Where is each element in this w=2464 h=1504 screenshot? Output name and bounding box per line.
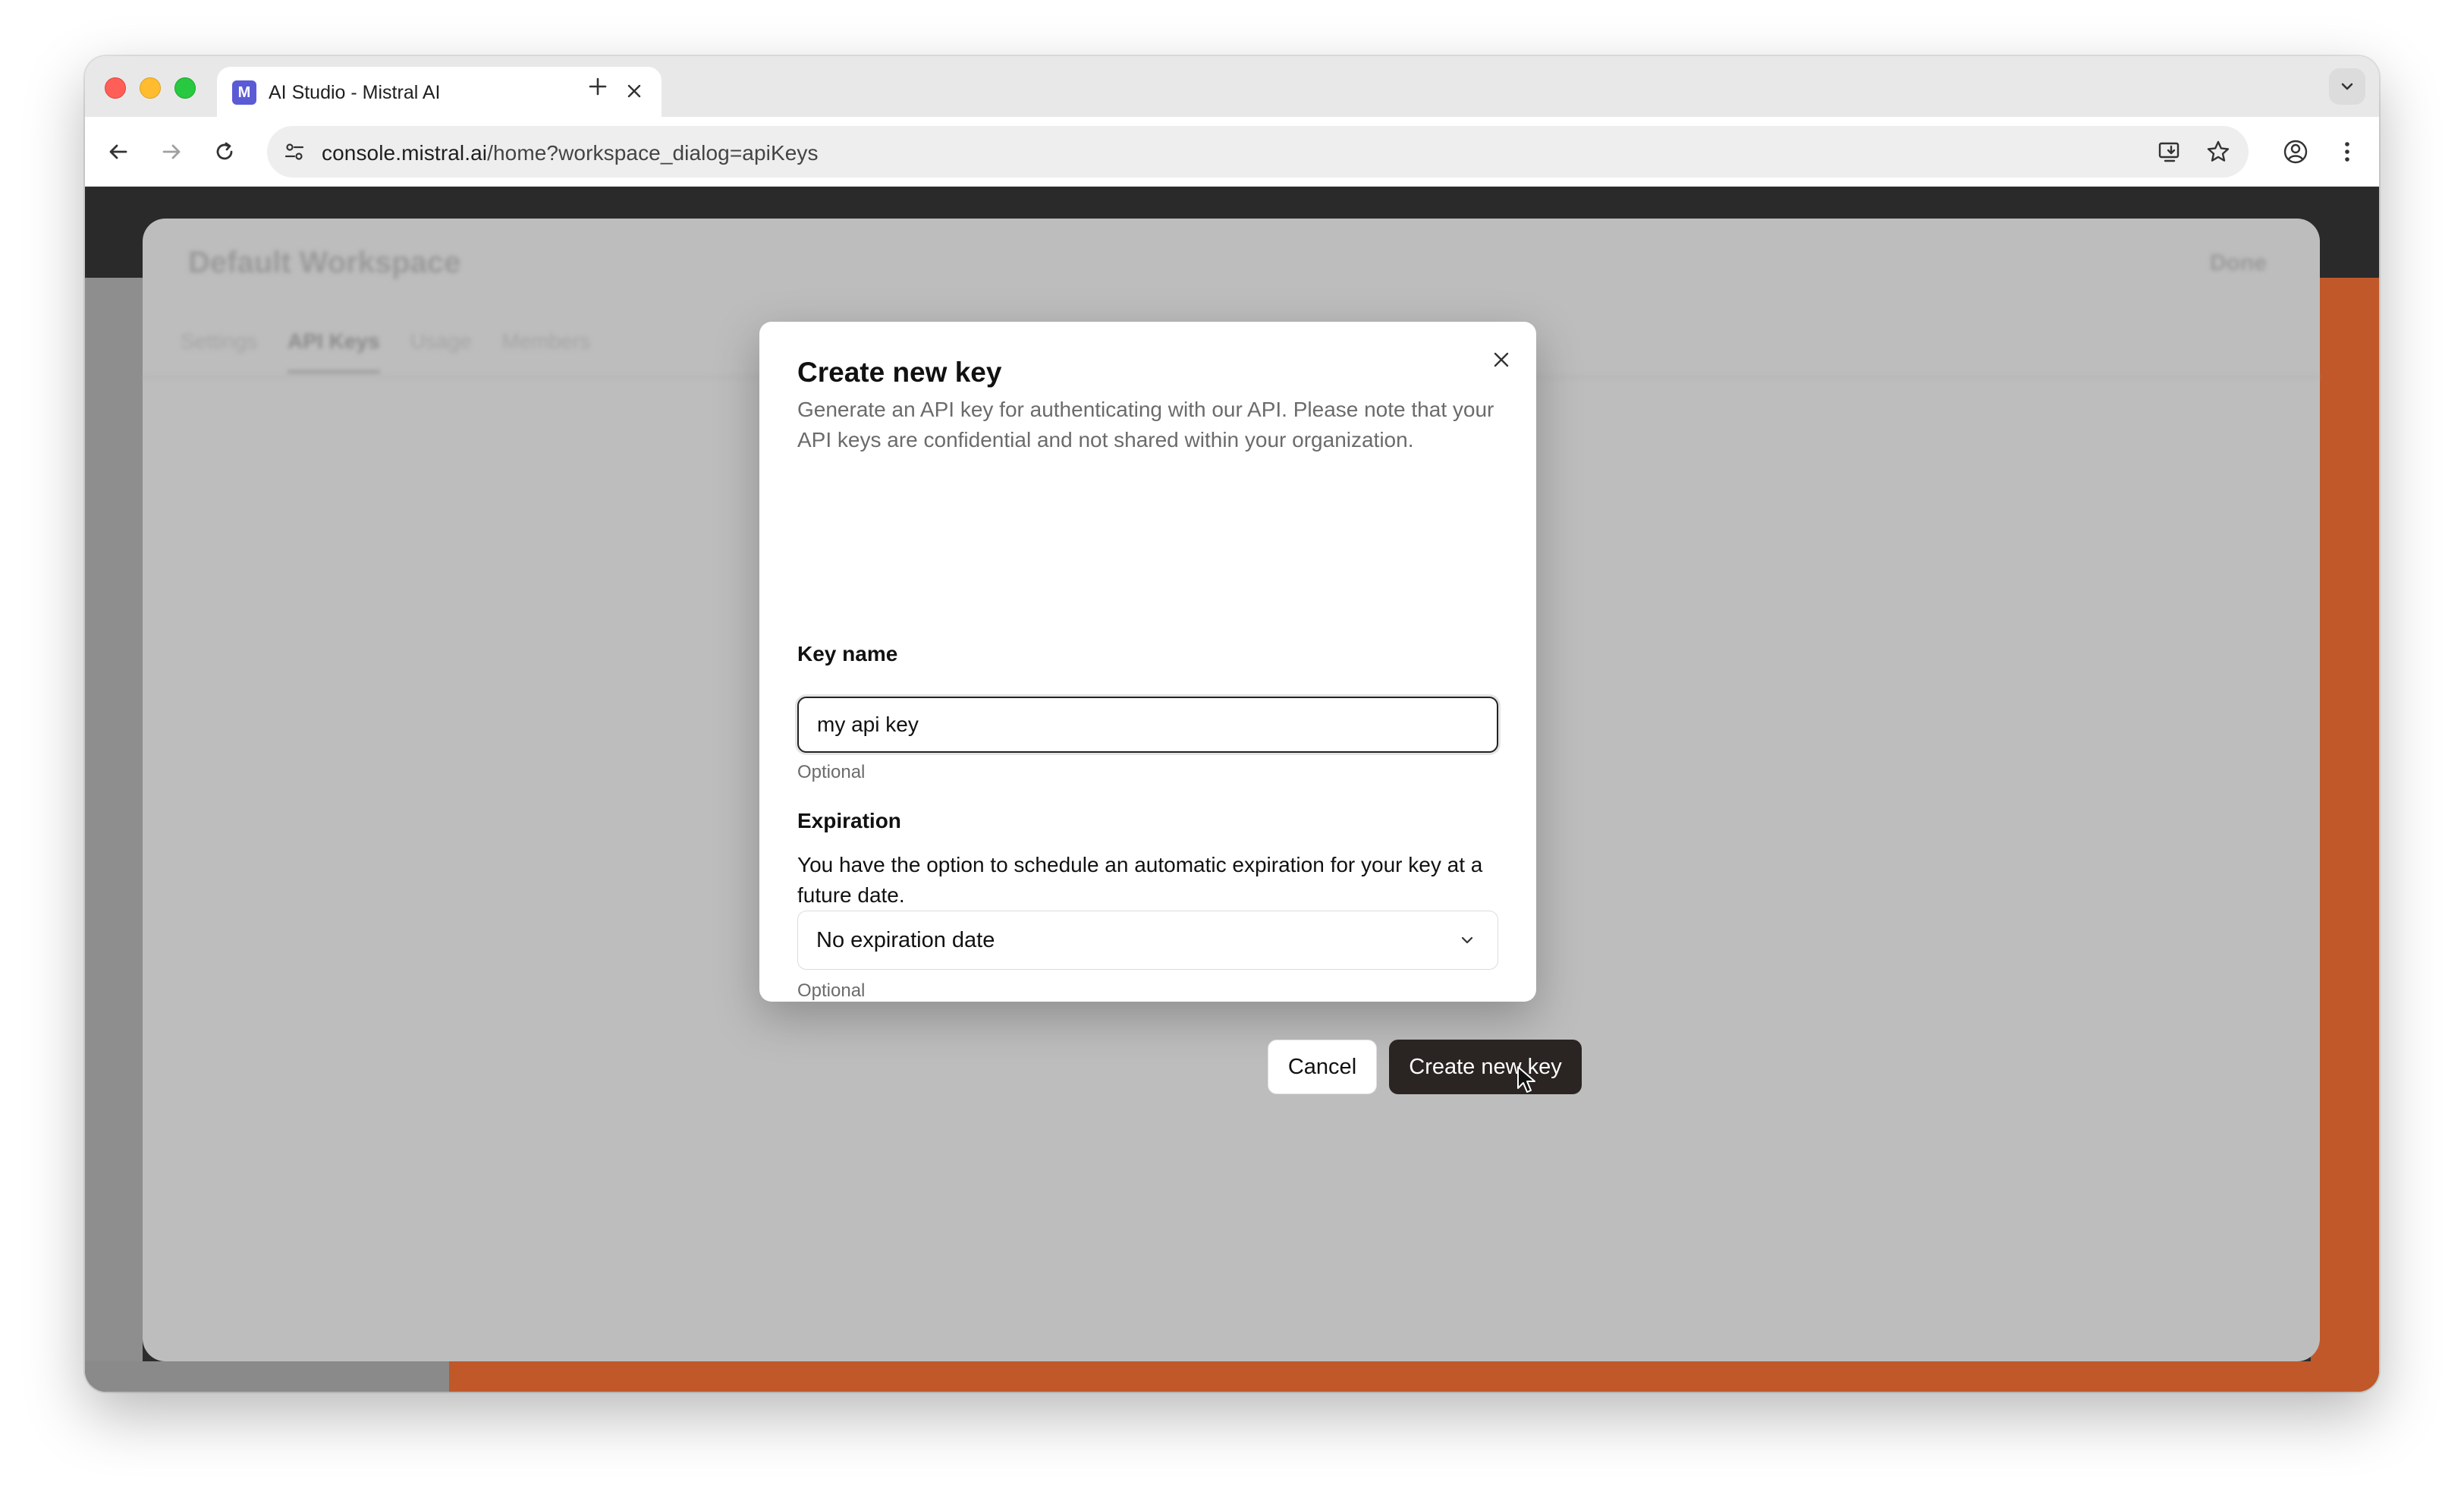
tab-title: AI Studio - Mistral AI — [269, 82, 441, 103]
key-name-helper: Optional — [797, 762, 866, 782]
create-key-dialog: Create new key Generate an API key for a… — [759, 322, 1582, 1094]
bookmark-star-icon[interactable] — [2202, 135, 2235, 168]
workspace-title: Default Workspace — [188, 246, 461, 279]
cancel-button[interactable]: Cancel — [1268, 1040, 1377, 1094]
background-sidebar — [85, 278, 143, 1361]
expiration-selected-value: No expiration date — [816, 928, 995, 952]
expiration-select[interactable]: No expiration date — [797, 911, 1498, 970]
url-host: console.mistral.ai — [322, 141, 488, 165]
kebab-menu-icon[interactable] — [2330, 135, 2364, 168]
expiration-label: Expiration — [797, 809, 901, 832]
browser-toolbar: console.mistral.ai/home?workspace_dialog… — [85, 117, 2379, 187]
url-text: console.mistral.ai/home?workspace_dialog… — [322, 141, 819, 165]
maximize-window-button[interactable] — [174, 77, 196, 99]
expiration-helper: Optional — [797, 980, 866, 1001]
create-new-key-button[interactable]: Create new key — [1389, 1040, 1582, 1094]
new-tab-plus-icon[interactable] — [583, 71, 613, 102]
profile-avatar-icon[interactable] — [2279, 135, 2312, 168]
workspace-tabs: Settings API Keys Usage Members — [181, 329, 590, 373]
tab-search-chevron-icon[interactable] — [2329, 68, 2365, 105]
tab-close-icon[interactable] — [621, 77, 648, 105]
close-window-button[interactable] — [105, 77, 126, 99]
chevron-down-icon — [1454, 927, 1481, 954]
done-link: Done — [2210, 250, 2267, 275]
background-footer-left — [85, 1361, 449, 1392]
back-arrow-icon[interactable] — [102, 135, 135, 168]
site-settings-icon[interactable] — [278, 135, 311, 168]
dialog-description: Generate an API key for authenticating w… — [797, 398, 1494, 452]
tab-strip: M AI Studio - Mistral AI — [85, 56, 2379, 117]
address-bar[interactable]: console.mistral.ai/home?workspace_dialog… — [267, 126, 2249, 178]
url-path: /home?workspace_dialog=apiKeys — [487, 141, 819, 165]
dialog-title: Create new key — [797, 357, 1002, 388]
close-icon[interactable] — [1485, 343, 1518, 376]
background-accent-right — [2311, 278, 2379, 1392]
tab-settings: Settings — [181, 329, 258, 353]
key-name-label: Key name — [797, 642, 898, 665]
reload-icon[interactable] — [208, 135, 241, 168]
tab-usage: Usage — [410, 329, 472, 353]
minimize-window-button[interactable] — [140, 77, 161, 99]
mistral-logo-icon: M — [232, 80, 256, 105]
forward-arrow-icon[interactable] — [155, 135, 188, 168]
background-accent-bottom — [449, 1361, 2379, 1392]
install-app-icon[interactable] — [2153, 135, 2186, 168]
tab-members: Members — [501, 329, 591, 353]
key-name-input[interactable] — [797, 697, 1498, 753]
expiration-description: You have the option to schedule an autom… — [797, 853, 1483, 907]
tab-api-keys: API Keys — [288, 329, 380, 373]
